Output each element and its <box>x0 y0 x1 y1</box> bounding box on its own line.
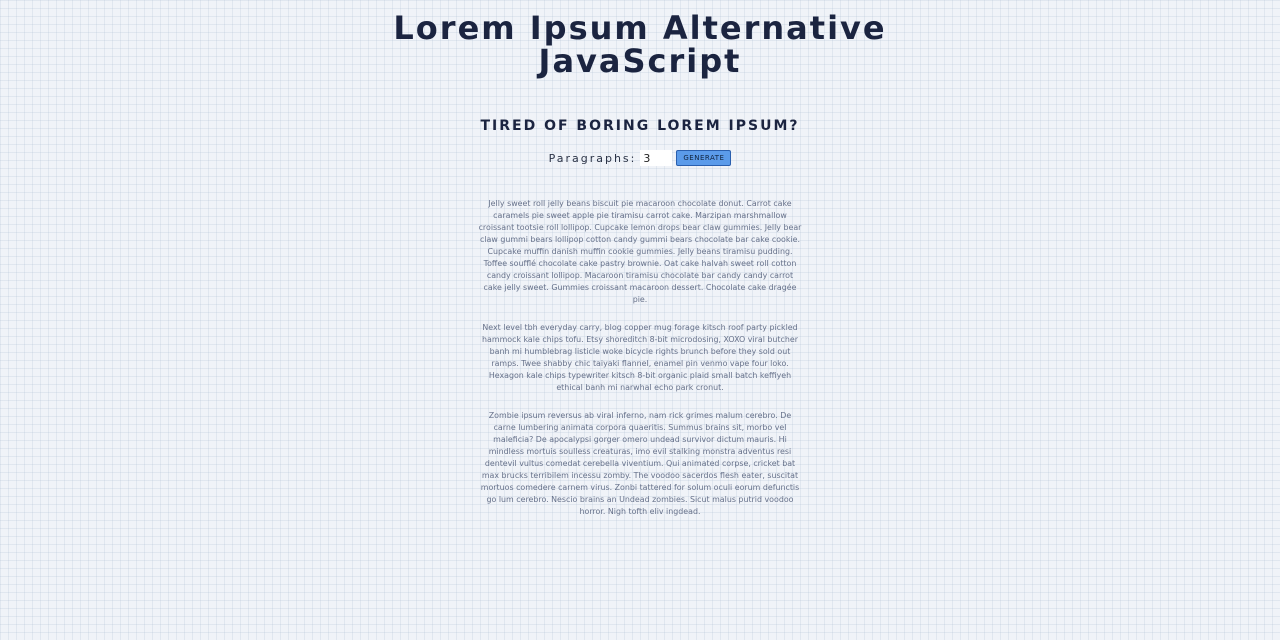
generated-paragraph-3: Zombie ipsum reversus ab viral inferno, … <box>480 411 800 516</box>
generated-paragraph-2: Next level tbh everyday carry, blog copp… <box>482 323 798 392</box>
page-subtitle: TIRED OF BORING LOREM IPSUM? <box>480 118 800 134</box>
generated-output: Jelly sweet roll jelly beans biscuit pie… <box>478 198 802 534</box>
page-title-line-2: JavaScript <box>538 42 742 80</box>
page-title: Lorem Ipsum Alternative JavaScript <box>0 12 1280 78</box>
generate-button[interactable]: GENERATE <box>676 150 732 166</box>
paragraphs-input[interactable] <box>640 150 673 166</box>
generator-controls: Paragraphs: GENERATE <box>0 149 1280 167</box>
paragraphs-label: Paragraphs: <box>548 151 637 165</box>
generated-paragraph-1: Jelly sweet roll jelly beans biscuit pie… <box>478 199 802 304</box>
